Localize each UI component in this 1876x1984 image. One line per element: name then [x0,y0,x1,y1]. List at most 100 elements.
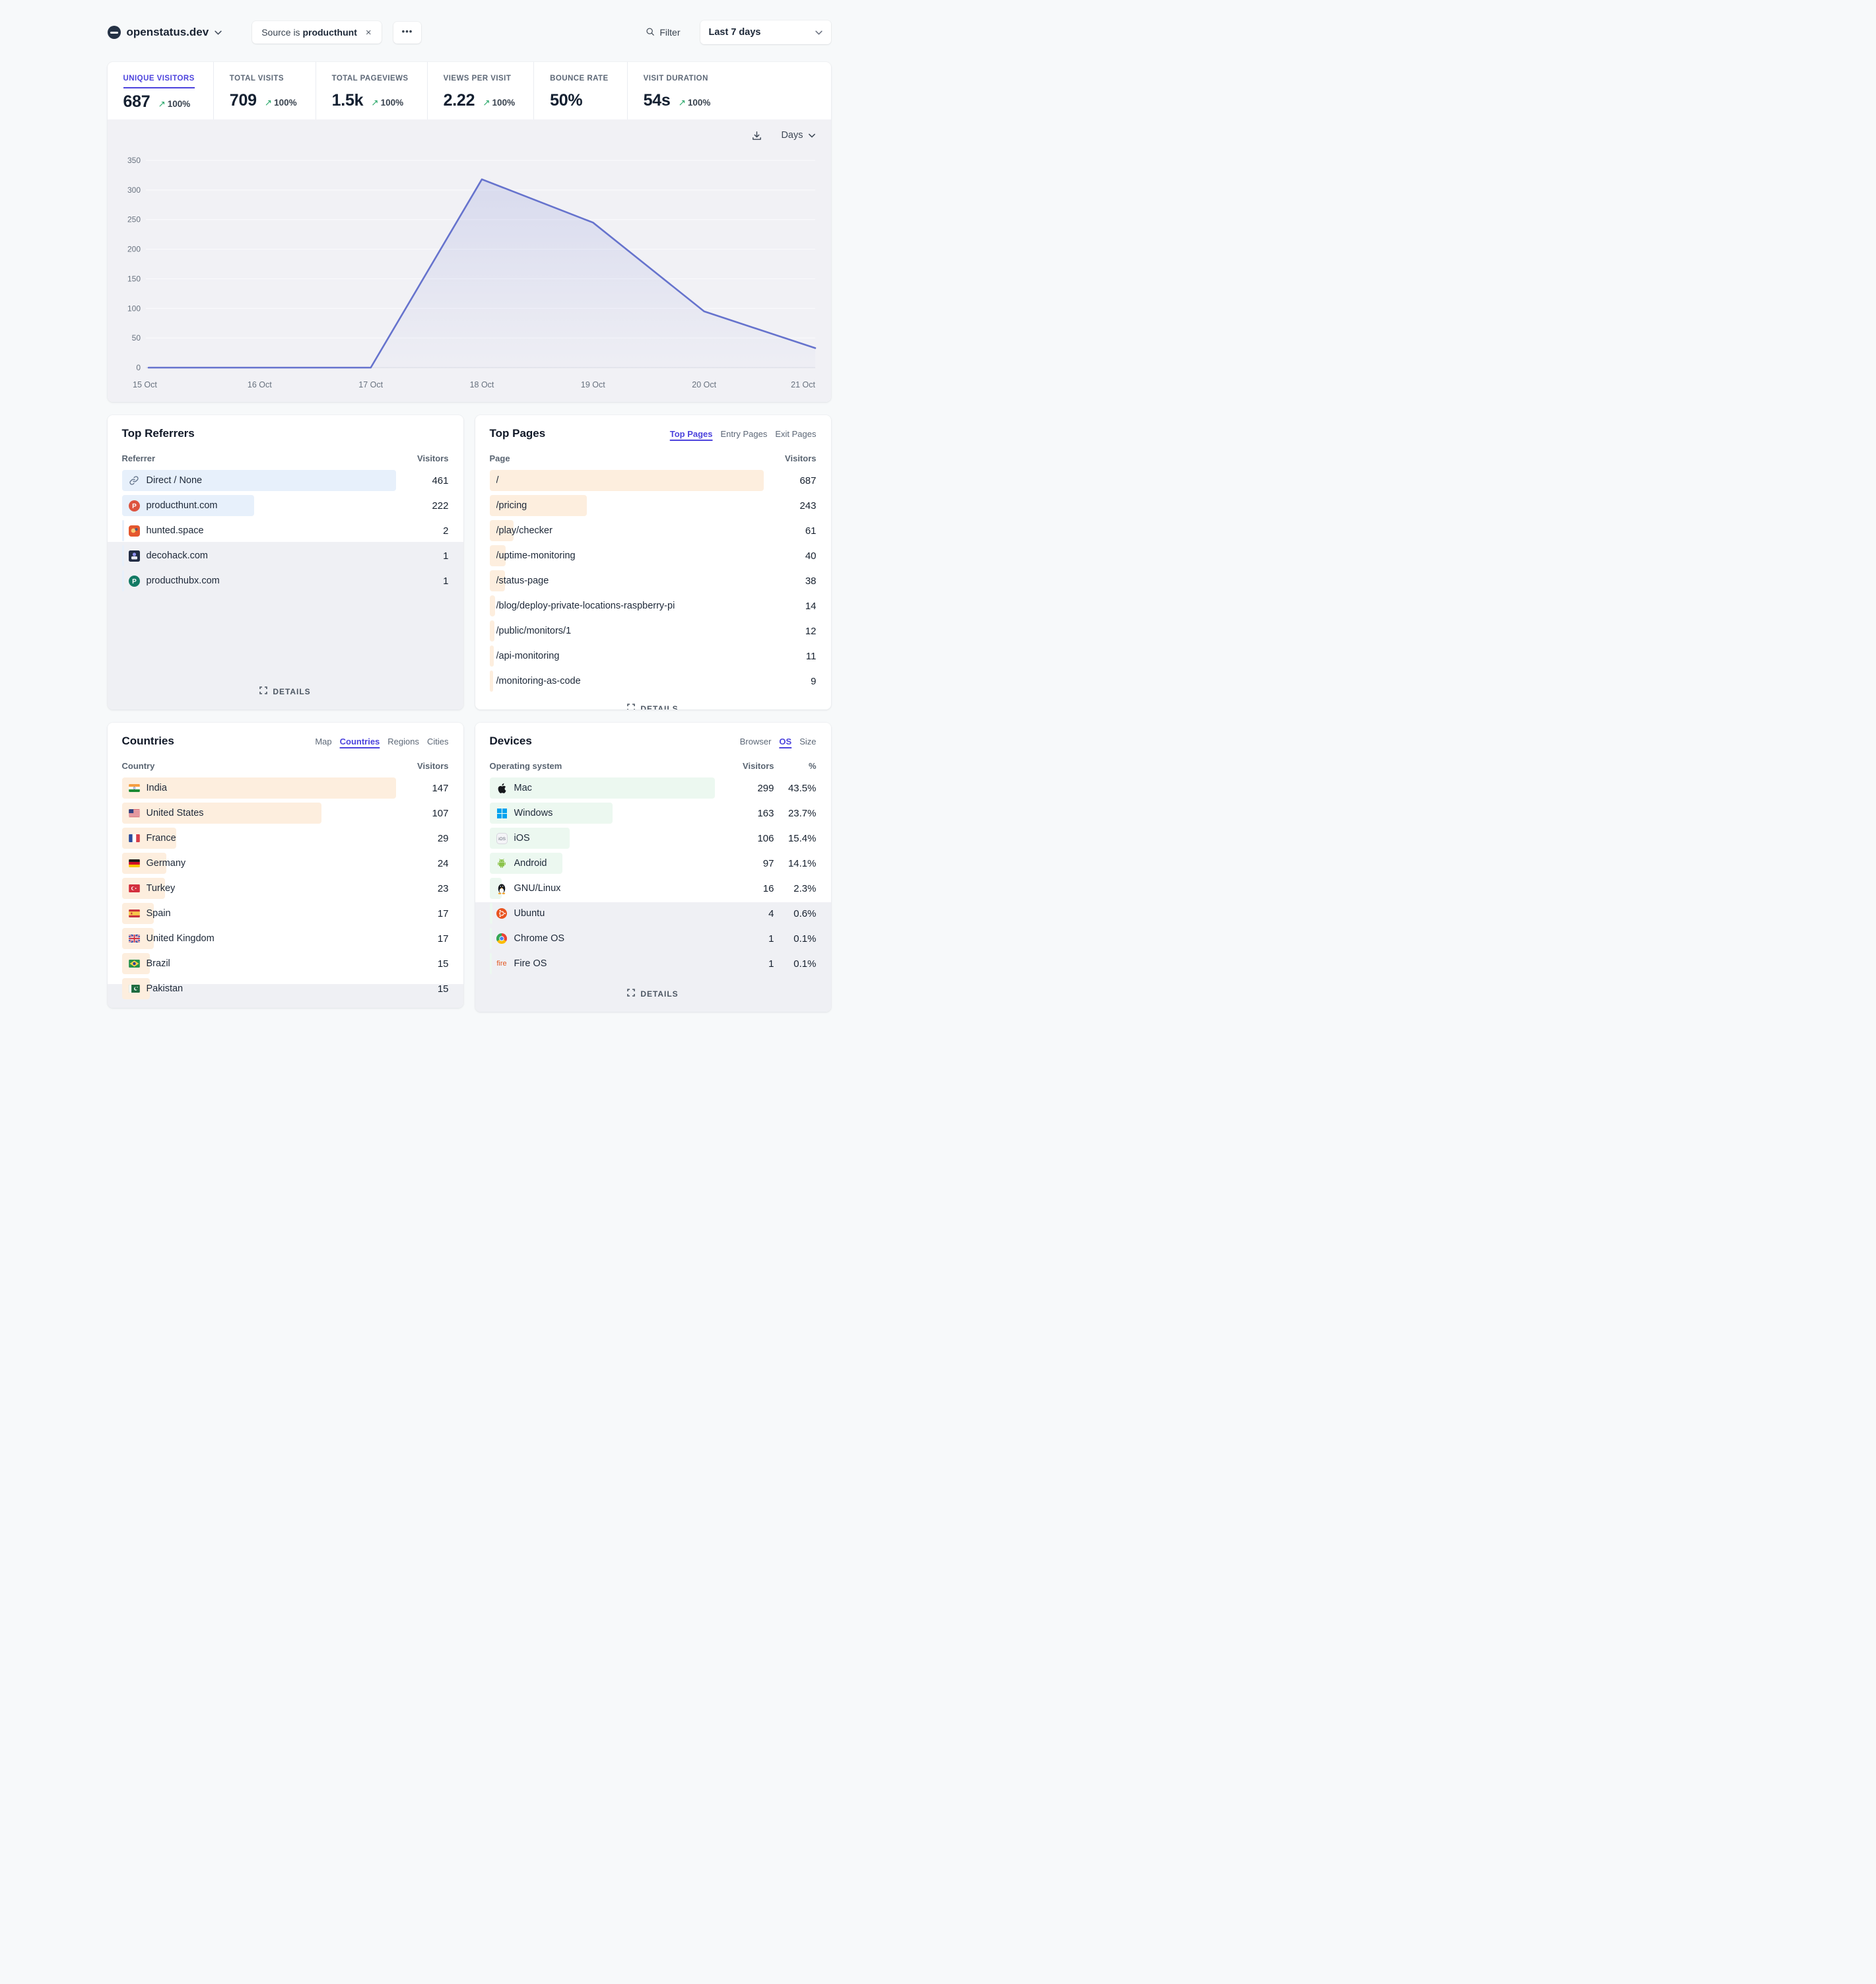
os-row[interactable]: GNU/Linux 162.3% [490,878,817,899]
stat-change: ↗100% [265,98,297,108]
stat-value: 709 [230,91,257,110]
card-title: Top Pages [490,427,546,440]
row-label: /status-page [496,576,549,586]
country-row[interactable]: Spain 17 [122,903,449,924]
svg-text:250: 250 [127,215,140,224]
page-row[interactable]: /monitoring-as-code 9 [490,671,817,692]
decohack-icon [129,550,140,562]
os-row[interactable]: iOSiOS 10615.4% [490,828,817,849]
country-row[interactable]: Brazil 15 [122,953,449,974]
country-row[interactable]: India 147 [122,777,449,799]
devices-tab-browser[interactable]: Browser [740,737,772,746]
row-label: Windows [514,808,553,818]
ubuntu-icon [496,908,508,919]
row-label: hunted.space [147,525,204,536]
arrow-up-right-icon: ↗ [371,98,378,108]
row-visitors: 163 [736,808,774,819]
referrers-details-button[interactable]: DETAILS [122,678,449,700]
site-name: openstatus.dev [127,26,209,39]
page-row[interactable]: / 687 [490,470,817,491]
filter-chip-text: Source is producthunt [261,27,357,38]
countries-tab-map[interactable]: Map [315,737,331,746]
flag-tr-icon [129,883,140,894]
os-row[interactable]: Android 9714.1% [490,853,817,874]
page-row[interactable]: /api-monitoring 11 [490,645,817,667]
countries-tab-cities[interactable]: Cities [427,737,449,746]
more-filters-button[interactable]: ••• [393,22,422,44]
filter-chip-source[interactable]: Source is producthunt × [252,21,381,44]
page-row[interactable]: /blog/deploy-private-locations-raspberry… [490,595,817,616]
country-row[interactable]: United States 107 [122,803,449,824]
referrer-row[interactable]: Pproducthubx.com 1 [122,570,449,591]
svg-text:150: 150 [127,274,140,283]
row-percent: 0.1% [774,958,817,970]
devices-details-button[interactable]: DETAILS [490,981,817,1003]
filter-button[interactable]: Filter [642,26,684,39]
row-percent: 43.5% [774,783,817,794]
os-row[interactable]: fireFire OS 10.1% [490,953,817,974]
devices-tab-size[interactable]: Size [799,737,816,746]
flag-fr-icon [129,833,140,844]
row-label: /api-monitoring [496,651,560,661]
download-icon[interactable] [751,130,762,141]
country-row[interactable]: Germany 24 [122,853,449,874]
row-label: United Kingdom [147,933,215,944]
svg-text:19 Oct: 19 Oct [580,380,605,389]
row-label: / [496,475,499,486]
row-visitors: 147 [411,783,449,794]
date-range-value: Last 7 days [709,27,761,38]
os-row[interactable]: Ubuntu 40.6% [490,903,817,924]
referrer-row[interactable]: Direct / None 461 [122,470,449,491]
site-switcher[interactable]: openstatus.dev [108,26,222,39]
row-label: India [147,783,167,793]
stat-value: 1.5k [332,91,364,110]
countries-tabs: Map Countries Regions Cities [315,737,448,746]
pages-tab-top-pages[interactable]: Top Pages [670,429,713,439]
svg-text:100: 100 [127,304,140,313]
row-label: decohack.com [147,550,209,561]
os-row[interactable]: Mac 29943.5% [490,777,817,799]
stat-tab-views-per-visit[interactable]: VIEWS PER VISIT 2.22 ↗100% [428,62,535,119]
referrer-row[interactable]: Pproducthunt.com 222 [122,495,449,516]
country-row[interactable]: France 29 [122,828,449,849]
os-row[interactable]: Chrome OS 10.1% [490,928,817,949]
svg-text:200: 200 [127,245,140,254]
value-bar [490,470,764,491]
page-row[interactable]: /pricing 243 [490,495,817,516]
row-label: /uptime-monitoring [496,550,576,561]
remove-filter-icon[interactable]: × [365,28,372,38]
stat-tab-total-pageviews[interactable]: TOTAL PAGEVIEWS 1.5k ↗100% [316,62,428,119]
svg-text:20 Oct: 20 Oct [692,380,716,389]
hunted-icon [129,525,140,537]
countries-tab-regions[interactable]: Regions [387,737,419,746]
row-visitors: 1 [736,933,774,944]
pages-tab-entry-pages[interactable]: Entry Pages [721,429,768,439]
stat-tab-visit-duration[interactable]: VISIT DURATION 54s ↗100% [628,62,729,119]
referrer-row[interactable]: hunted.space 2 [122,520,449,541]
os-row[interactable]: Windows 16323.7% [490,803,817,824]
stat-tab-bounce-rate[interactable]: BOUNCE RATE 50% [534,62,628,119]
pages-details-button[interactable]: DETAILS [490,696,817,710]
stat-tab-total-visits[interactable]: TOTAL VISITS 709 ↗100% [214,62,316,119]
row-label: Turkey [147,883,176,894]
stat-tab-unique-visitors[interactable]: UNIQUE VISITORS 687 ↗100% [108,62,214,119]
page-row[interactable]: /play/checker 61 [490,520,817,541]
page-row[interactable]: /status-page 38 [490,570,817,591]
page-row[interactable]: /public/monitors/1 12 [490,620,817,642]
date-range-select[interactable]: Last 7 days [700,20,831,44]
countries-tab-countries[interactable]: Countries [340,737,380,746]
country-row[interactable]: Turkey 23 [122,878,449,899]
svg-text:21 Oct: 21 Oct [791,380,815,389]
countries-details-button[interactable]: DETAILS [122,1003,449,1008]
row-visitors: 4 [736,908,774,919]
pages-tab-exit-pages[interactable]: Exit Pages [775,429,816,439]
devices-tab-os[interactable]: OS [779,737,791,746]
row-visitors: 107 [411,808,449,819]
chart-zone: Days 05010015020025030035015 Oct16 Oct17… [108,119,831,402]
referrer-row[interactable]: decohack.com 1 [122,545,449,566]
country-row[interactable]: Pakistan 15 [122,978,449,999]
country-row[interactable]: United Kingdom 17 [122,928,449,949]
page-row[interactable]: /uptime-monitoring 40 [490,545,817,566]
interval-select[interactable]: Days [781,130,815,141]
row-visitors: 1 [411,576,449,587]
